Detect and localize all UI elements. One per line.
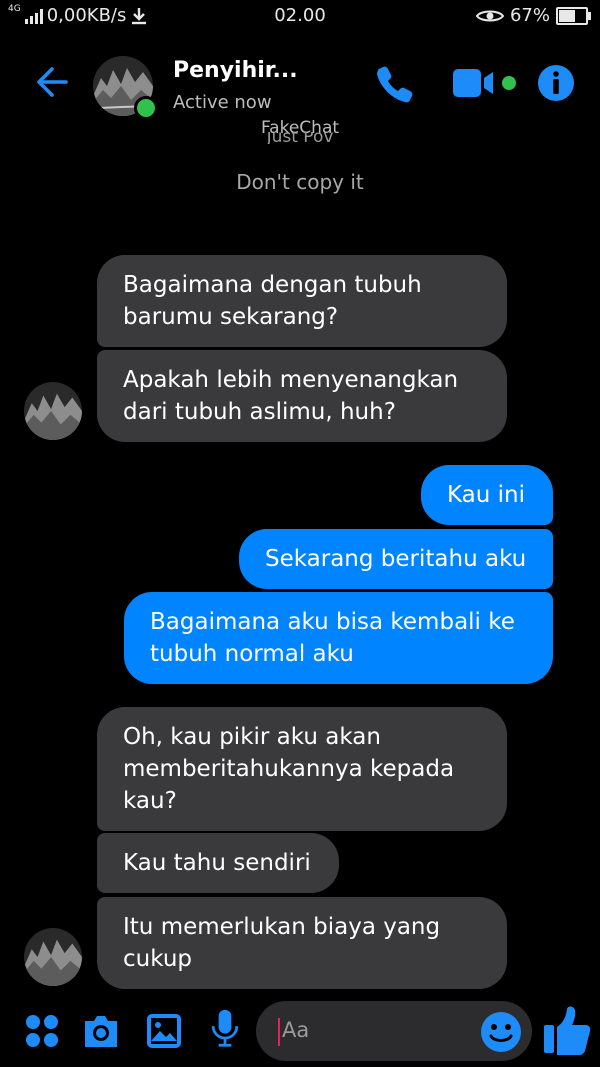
message-received[interactable]: Bagaimana dengan tubuh barumu sekarang? [97, 255, 507, 347]
phone-icon[interactable] [374, 63, 416, 105]
contact-avatar-small [24, 928, 82, 986]
message-sent[interactable]: Bagaimana aku bisa kembali ke tubuh norm… [124, 592, 553, 684]
battery-percent: 67% [509, 5, 550, 26]
message-received[interactable]: Kau tahu sendiri [97, 833, 339, 893]
text-cursor [278, 1018, 280, 1046]
image-icon[interactable] [144, 1011, 184, 1051]
message-input-placeholder: Aa [282, 1018, 310, 1042]
presence-status: Active now [173, 92, 272, 113]
message-received[interactable]: Itu memerlukan biaya yang cukup [97, 897, 507, 989]
eye-icon [475, 10, 504, 21]
camera-icon[interactable] [81, 1011, 121, 1051]
cropped-subtitle: Just Pov [266, 132, 334, 144]
message-received[interactable]: Apakah lebih menyenangkan dari tubuh asl… [97, 350, 507, 442]
notice-text: Don't copy it [236, 170, 364, 194]
info-icon[interactable] [537, 64, 575, 102]
contact-avatar-small [24, 382, 82, 440]
message-sent[interactable]: Kau ini [421, 465, 553, 525]
thumbs-up-icon[interactable] [542, 1003, 592, 1055]
online-indicator [134, 96, 158, 120]
smiley-icon[interactable] [480, 1011, 522, 1053]
microphone-icon[interactable] [205, 1008, 245, 1048]
back-arrow-icon[interactable] [32, 62, 72, 102]
contact-name[interactable]: Penyihir... [173, 58, 298, 83]
message-sent[interactable]: Sekarang beritahu aku [239, 529, 553, 589]
battery-icon [556, 6, 591, 25]
four-dots-icon[interactable] [22, 1011, 62, 1051]
status-bar: 4G 0,00KB/s 02.00 67% [0, 0, 600, 32]
video-camera-icon[interactable] [453, 65, 495, 101]
video-active-dot [502, 76, 516, 90]
message-received[interactable]: Oh, kau pikir aku akan memberitahukannya… [97, 707, 507, 831]
